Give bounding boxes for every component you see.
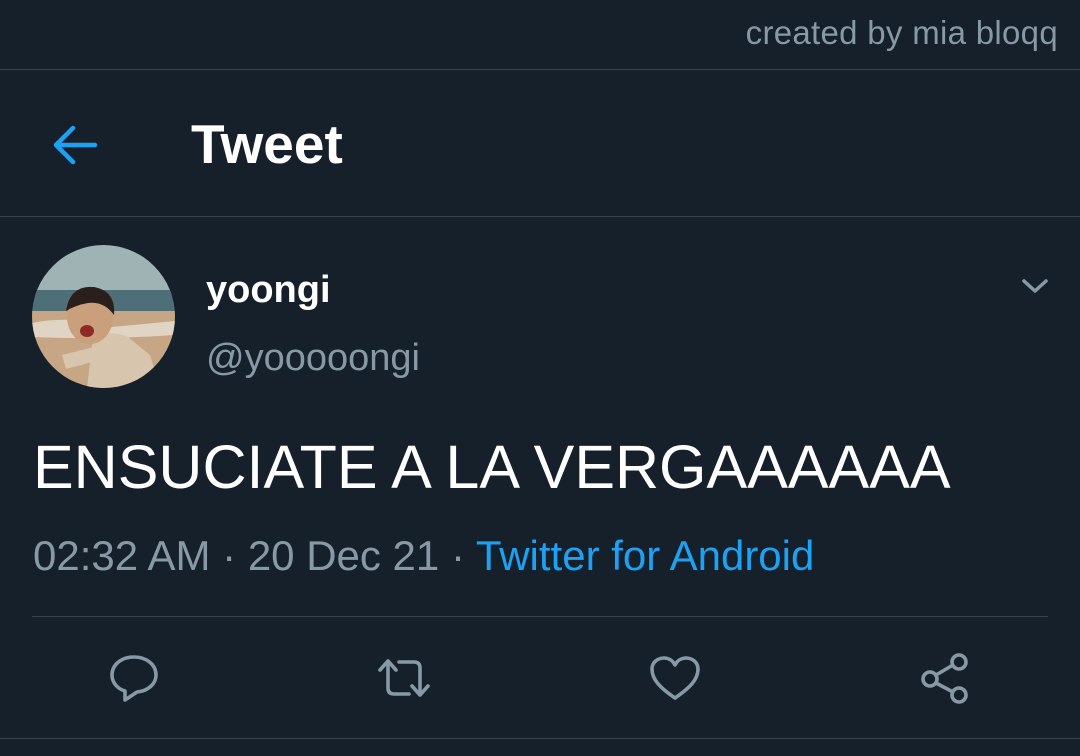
meta-separator: · [222,532,237,579]
chevron-down-icon [1022,279,1048,293]
tweet-detail-screen: created by mia bloqq Tweet yoongi @yoooo… [0,0,1080,756]
retweet-icon [378,659,430,697]
reply-button[interactable] [104,650,164,706]
share-icon [921,653,968,704]
tweet-menu-button[interactable] [1012,266,1058,306]
author-handle[interactable]: @yooooongi [206,337,420,380]
share-button[interactable] [915,650,975,706]
tweet-text: ENSUCIATE A LA VERGAAAAAA [33,433,951,501]
back-button[interactable] [44,118,104,172]
retweet-button[interactable] [374,650,434,706]
like-icon [650,656,700,700]
tweet-time: 02:32 AM [33,532,211,579]
like-button[interactable] [645,650,705,706]
header-divider [0,216,1080,217]
bottom-divider [0,738,1080,739]
tweet-date: 20 Dec 21 [247,532,440,579]
author-display-name[interactable]: yoongi [206,269,331,312]
avatar[interactable] [32,245,175,388]
page-title: Tweet [191,113,343,175]
watermark-text: created by mia bloqq [745,14,1058,51]
profile-photo [32,245,175,388]
meta-separator: · [450,532,465,579]
reply-icon [110,655,158,702]
top-divider [0,69,1080,70]
tweet-metadata: 02:32 AM · 20 Dec 21 · Twitter for Andro… [33,532,814,580]
tweet-source-link[interactable]: Twitter for Android [476,532,814,579]
arrow-left-icon [53,125,97,165]
actions-divider [32,616,1048,617]
